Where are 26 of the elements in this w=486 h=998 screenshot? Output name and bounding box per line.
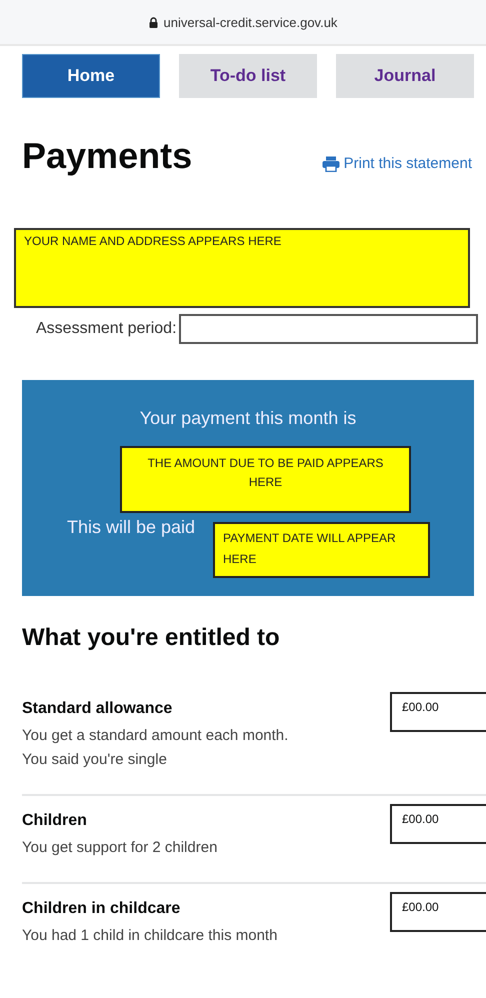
entitlement-description: You said you're single xyxy=(22,750,168,770)
payment-intro: Your payment this month is xyxy=(138,408,358,429)
nav-tab[interactable]: To-do list xyxy=(179,54,317,98)
section-heading: What you're entitled to xyxy=(22,624,281,652)
entitlement-description: You get a standard amount each month. xyxy=(22,726,288,746)
name-address-box: YOUR NAME AND ADDRESS APPEARS HERE xyxy=(14,228,470,308)
url-text: universal-credit.service.gov.uk xyxy=(164,14,338,30)
entitlement-title: Children xyxy=(22,812,88,830)
address-bar[interactable]: universal-credit.service.gov.uk xyxy=(0,0,486,46)
printer-icon xyxy=(322,156,340,172)
date-box: PAYMENT DATE WILL APPEAR HERE xyxy=(213,522,430,578)
entitlement-description: You had 1 child in childcare this month xyxy=(22,926,278,946)
page-title: Payments xyxy=(22,134,192,178)
entitlement-description: You get support for 2 children xyxy=(22,838,218,858)
lock-icon xyxy=(148,16,158,28)
amount-field: £00.00 xyxy=(390,692,486,732)
amount-field: £00.00 xyxy=(390,892,486,932)
assessment-period-label: Assessment period: xyxy=(36,320,177,338)
amount-box: THE AMOUNT DUE TO BE PAID APPEARS HERE xyxy=(120,446,411,513)
print-link[interactable]: Print this statement xyxy=(322,155,472,172)
payment-date-text: This will be paid xyxy=(67,517,196,538)
nav-tab[interactable]: Home xyxy=(22,54,160,98)
entitlement-title: Children in childcare xyxy=(22,900,182,918)
entitlement-title: Standard allowance xyxy=(22,700,174,718)
amount-field: £00.00 xyxy=(390,804,486,844)
nav-tab[interactable]: Journal xyxy=(336,54,474,98)
